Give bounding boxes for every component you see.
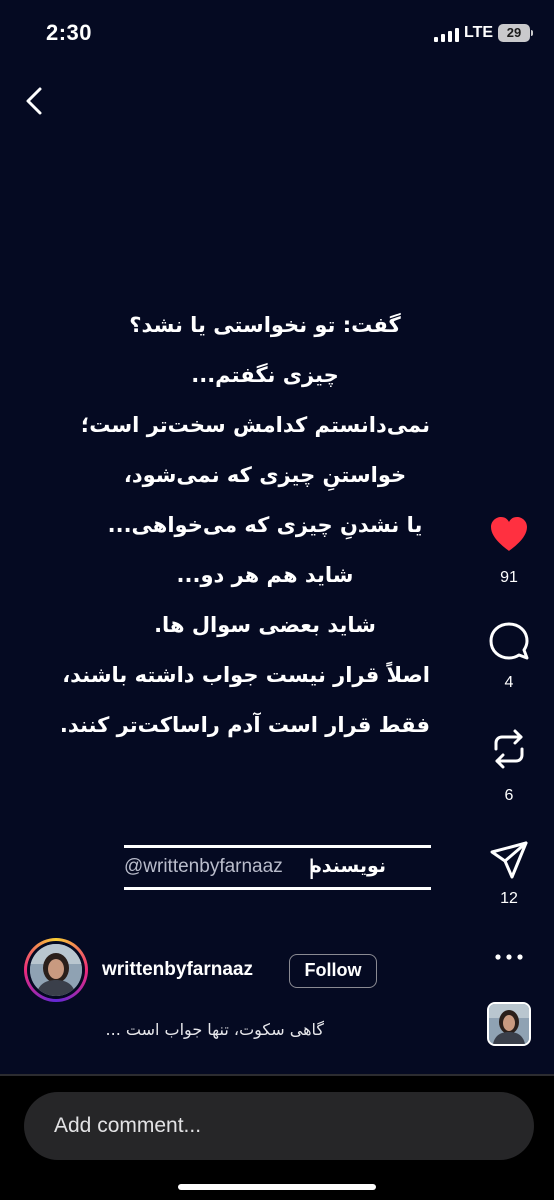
chevron-left-icon (26, 87, 42, 115)
status-time: 2:30 (46, 20, 93, 45)
username-link[interactable]: writtenbyfarnaaz (102, 959, 253, 981)
battery-tip (531, 30, 533, 36)
share-count: 12 (500, 890, 518, 907)
reel-screen: 2:30 LTE 29 گفت: تو نخواستی یا نشد؟ چیزی… (0, 0, 554, 1200)
follow-button[interactable]: Follow (289, 954, 377, 988)
author-label: نویسنده (310, 855, 386, 877)
heart-icon (491, 517, 527, 551)
poem-line: اصلاً قرار نیست جواب داشته باشند، (62, 663, 430, 687)
signal-icon (434, 26, 460, 42)
poem-line: شاید بعضی سوال ها. (154, 613, 376, 637)
author-handle: @writtenbyfarnaaz (124, 856, 283, 877)
more-icon (495, 954, 523, 960)
comment-icon (489, 622, 529, 660)
repost-icon (494, 729, 524, 769)
poem-line: فقط قرار است آدم راساکت‌تر کنند. (59, 713, 430, 737)
poem-line: خواستنِ چیزی که نمی‌شود، (123, 463, 407, 487)
poem-line: گفت: تو نخواستی یا نشد؟ (129, 313, 401, 337)
author-divider-bottom (124, 887, 431, 890)
post-caption[interactable]: گاهی سکوت، تنها جواب است ... (64, 1020, 324, 1039)
author-divider-top (124, 845, 431, 848)
comment-bar (0, 1074, 554, 1200)
battery-icon: 29 (498, 24, 530, 42)
share-button[interactable]: 12 (488, 840, 530, 907)
home-indicator (178, 1184, 376, 1190)
like-button[interactable]: 91 (488, 515, 530, 586)
network-type: LTE (464, 24, 494, 41)
audio-thumbnail[interactable] (487, 1002, 531, 1046)
audio-thumbnail-image (489, 1004, 529, 1044)
avatar-image (30, 944, 82, 996)
back-button[interactable] (18, 84, 52, 118)
send-icon (490, 841, 528, 879)
repost-count: 6 (504, 787, 514, 804)
repost-button[interactable]: 6 (488, 727, 530, 804)
poem-text: گفت: تو نخواستی یا نشد؟ چیزی نگفتم... نم… (59, 300, 430, 750)
poem-line: چیزی نگفتم... (191, 363, 339, 387)
more-options-button[interactable] (488, 950, 530, 964)
comment-input[interactable] (24, 1092, 534, 1160)
poem-line: شاید هم هر دو... (176, 563, 354, 587)
avatar[interactable] (24, 938, 88, 1002)
comment-count: 4 (504, 674, 514, 691)
comment-button[interactable]: 4 (488, 620, 530, 691)
poem-line: یا نشدنِ چیزی که می‌خواهی... (107, 513, 423, 537)
status-bar: 2:30 LTE 29 (0, 0, 554, 70)
poem-line: نمی‌دانستم کدامش سخت‌تر است؛ (80, 413, 430, 437)
like-count: 91 (500, 569, 518, 586)
